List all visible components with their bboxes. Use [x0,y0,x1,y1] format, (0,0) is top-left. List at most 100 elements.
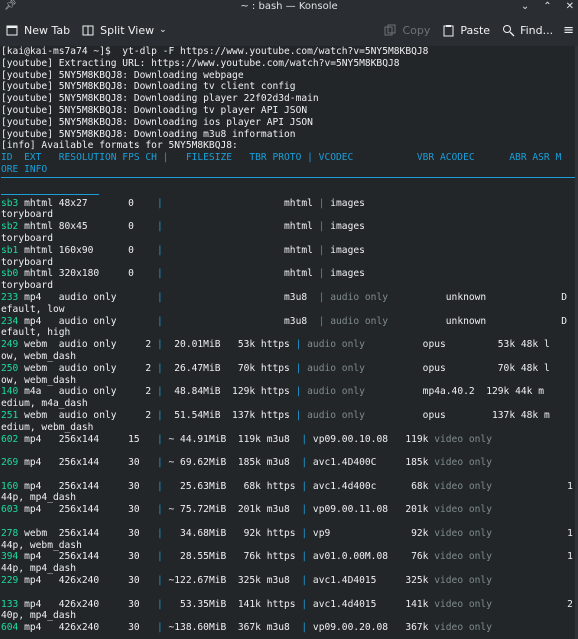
format-row: 250 webm audio only 2 | 26.47MiB 70k htt… [1,363,578,387]
find-button[interactable]: Find... [496,18,559,42]
format-ext-res: mp4 256x144 30 [18,551,157,563]
toolbar: New Tab Split View ⌄ Copy Paste Find... [0,14,578,47]
column-pipe: | [295,409,308,421]
minimize-icon[interactable]: ⌄ [521,0,529,14]
new-tab-button[interactable]: New Tab [0,18,76,42]
column-pipe: | [318,221,331,233]
format-acodec: s [364,221,578,233]
column-pipe: | [295,386,308,398]
menu-button[interactable]: ≡ [559,18,578,42]
column-pipe: | [295,362,308,374]
format-extra: 1 [491,480,573,492]
format-row: sb3 mhtml 48x27 0 | mhtml | images s tory… [1,198,578,222]
new-tab-icon [6,24,19,37]
format-more-info: efault, low [1,303,65,315]
format-size-proto: ~122.67MiB 325k m3u8 [162,575,302,587]
format-id: sb0 [1,268,19,280]
column-pipe: | [301,457,313,469]
format-id: 249 [1,339,19,351]
format-vcodec: images [330,197,365,209]
format-vcodec: audio only [307,339,365,351]
format-ext-res: mp4 audio only [18,315,157,327]
format-size-proto: 28.55MiB 76k https [162,551,302,563]
split-view-button[interactable]: Split View ⌄ [76,18,173,42]
terminal-output[interactable]: [kai@kai-ms7a74 ~]$ yt-dlp -F https://ww… [0,46,578,639]
format-more-info: toryboard [1,256,53,268]
format-acodec: video only [434,551,492,563]
format-row: 604 mp4 426x240 30 | ~138.60MiB 367k m3u… [1,622,578,639]
format-vcodec: avc1.4D400C 185k [312,457,435,469]
column-pipe: | [295,339,308,351]
output-line: [info] Available formats for 5NY5M8KBQJ8… [1,140,238,152]
format-id: 278 [1,527,19,539]
format-row: 394 mp4 256x144 30 | 28.55MiB 76k https … [1,551,578,575]
format-vcodec: vp09.00.20.08 367k [312,622,435,634]
format-ext-res: mp4 256x144 30 [18,504,157,516]
format-vcodec: audio only [330,291,389,303]
format-more-info: toryboard [1,232,53,244]
paste-label: Paste [460,23,491,37]
format-extra: 1 [491,551,573,563]
format-acodec: video only [434,457,492,469]
format-size-proto: m3u8 [162,315,319,327]
format-size-proto: ~138.60MiB 367k m3u8 [162,622,302,634]
format-acodec: video only [434,527,492,539]
format-size-proto: mhtml [162,244,319,256]
format-vcodec: vp09.00.11.08 201k [312,504,435,516]
format-size-proto: mhtml [162,268,319,280]
column-pipe: | [301,433,313,445]
maximize-icon[interactable]: ⌃ [543,0,551,14]
format-acodec: video only [434,622,492,634]
close-icon[interactable]: ✕ [566,0,574,14]
format-ext-res: mhtml 80x45 0 [18,221,157,233]
format-id: 133 [1,598,19,610]
format-more-info: edium, webm_dash [1,421,94,433]
column-pipe: | [301,480,313,492]
format-row: 249 webm audio only 2 | 20.01MiB 53k htt… [1,339,578,363]
format-acodec: video only [434,433,492,445]
format-vcodec: images [330,221,365,233]
output-line: [youtube] 5NY5M8KBQJ8: Downloading playe… [1,93,319,105]
format-id: 602 [1,433,19,445]
format-size-proto: 25.63MiB 68k https [162,480,302,492]
format-id: 251 [1,409,19,421]
format-size-proto: ~ 44.91MiB 119k m3u8 [162,433,302,445]
format-ext-res: mhtml 160x90 0 [18,244,157,256]
format-ext-res: mhtml 48x27 0 [18,197,157,209]
format-acodec: mp4a.40.2 129k 44k m [364,386,544,398]
format-acodec: video only [434,480,492,492]
copy-button[interactable]: Copy [378,18,436,42]
column-pipe: | [318,268,331,280]
paste-icon [442,24,455,37]
format-vcodec: avc1.4d400c 68k [312,480,435,492]
format-id: 234 [1,315,19,327]
format-size-proto: 26.47MiB 70k https [162,362,296,374]
format-size-proto: ~ 69.62MiB 185k m3u8 [162,457,302,469]
format-vcodec: audio only [330,315,389,327]
format-more-info: edium, m4a_dash [1,398,88,410]
format-row: 229 mp4 426x240 30 | ~122.67MiB 325k m3u… [1,575,578,599]
column-pipe: | [301,622,313,634]
format-size-proto: mhtml [162,221,319,233]
format-size-proto: 51.54MiB 137k https [162,409,296,421]
paste-button[interactable]: Paste [436,18,496,42]
format-row: sb2 mhtml 80x45 0 | mhtml | images s tory… [1,221,578,245]
format-acodec: opus 53k 48k l [364,339,550,351]
format-more-info: 44p, webm_dash [1,539,82,551]
format-ext-res: mp4 426x240 30 [18,622,157,634]
column-pipe: | [301,504,313,516]
format-more-info: 40p, mp4_dash [1,610,77,622]
column-pipe: | [318,244,331,256]
format-more-info: toryboard [1,209,53,221]
format-ext-res: m4a audio only 2 [18,386,157,398]
format-id: sb1 [1,244,19,256]
format-more-info: toryboard [1,280,53,292]
format-row: sb0 mhtml 320x180 0 | mhtml | images s to… [1,268,578,292]
format-more-info: ow, webm_dash [1,374,77,386]
format-ext-res: mp4 256x144 15 [18,433,157,445]
column-pipe: | [301,598,313,610]
format-id: 160 [1,480,19,492]
format-id: sb2 [1,221,19,233]
chevron-down-icon[interactable]: ⌄ [159,25,167,35]
format-vcodec: vp9 92k [312,527,435,539]
